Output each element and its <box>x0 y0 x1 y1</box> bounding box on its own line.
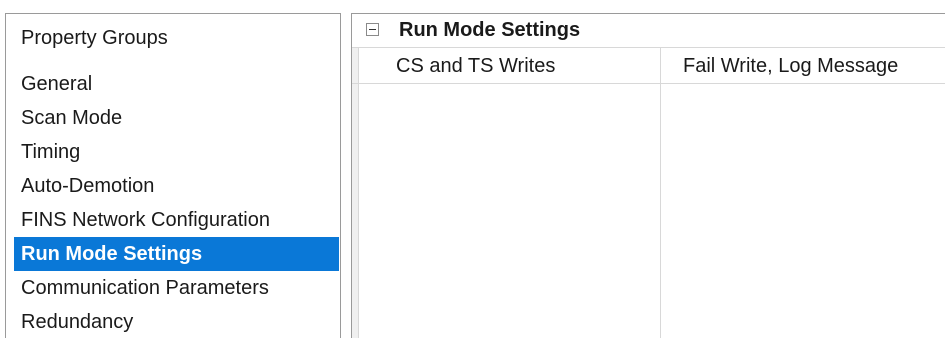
group-item-label: Scan Mode <box>21 107 123 129</box>
collapse-icon[interactable] <box>366 23 379 36</box>
category-title: Run Mode Settings <box>399 19 581 41</box>
group-item-label: General <box>21 73 93 95</box>
category-row-run-mode-settings[interactable]: Run Mode Settings <box>352 14 945 47</box>
property-grid: Run Mode Settings CS and TS Writes Fail … <box>351 13 945 338</box>
group-item-scan-mode[interactable]: Scan Mode <box>14 101 339 135</box>
property-name: CS and TS Writes <box>396 55 556 77</box>
group-item-label: FINS Network Configuration <box>21 209 270 231</box>
group-item-label: Run Mode Settings <box>21 243 203 265</box>
property-area: CS and TS Writes Fail Write, Log Message <box>352 47 945 338</box>
property-groups-panel: Property Groups General Scan Mode Timing… <box>5 13 341 338</box>
property-value[interactable]: Fail Write, Log Message <box>683 54 898 78</box>
group-item-redundancy[interactable]: Redundancy <box>14 305 339 338</box>
property-groups-list: General Scan Mode Timing Auto-Demotion F… <box>6 67 340 338</box>
group-item-communication-parameters[interactable]: Communication Parameters <box>14 271 339 305</box>
group-item-general[interactable]: General <box>14 67 339 101</box>
group-item-label: Auto-Demotion <box>21 175 155 197</box>
group-item-label: Communication Parameters <box>21 277 269 299</box>
column-divider[interactable] <box>660 47 661 338</box>
group-item-label: Timing <box>21 141 81 163</box>
property-groups-header: Property Groups <box>21 27 168 49</box>
group-item-timing[interactable]: Timing <box>14 135 339 169</box>
group-item-auto-demotion[interactable]: Auto-Demotion <box>14 169 339 203</box>
group-item-fins-network-configuration[interactable]: FINS Network Configuration <box>14 203 339 237</box>
group-item-label: Redundancy <box>21 311 134 333</box>
grid-gutter <box>352 47 359 338</box>
group-item-run-mode-settings[interactable]: Run Mode Settings <box>14 237 339 271</box>
property-row-cs-and-ts-writes[interactable]: CS and TS Writes Fail Write, Log Message <box>352 47 945 84</box>
